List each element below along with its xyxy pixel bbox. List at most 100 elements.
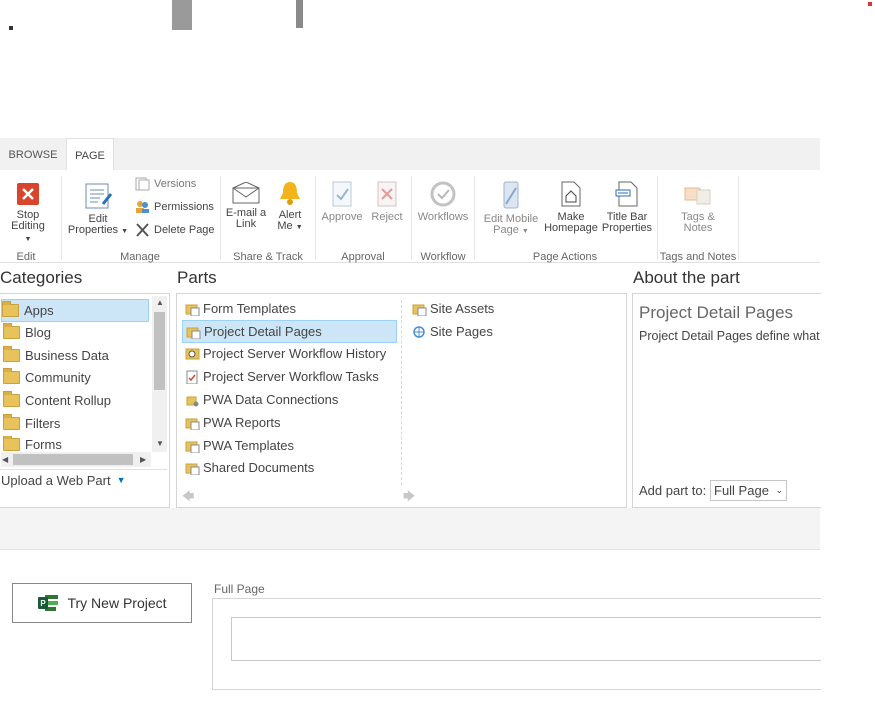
workflow-history-icon xyxy=(185,348,200,359)
library-icon xyxy=(185,418,200,430)
folder-icon xyxy=(3,368,20,384)
part-label: Project Detail Pages xyxy=(204,324,322,339)
folder-icon xyxy=(3,391,20,407)
edit-properties-icon xyxy=(85,183,113,209)
group-separator xyxy=(220,176,221,260)
group-label-manage: Manage xyxy=(120,251,160,263)
web-part-zone-input[interactable] xyxy=(231,617,821,661)
group-label-workflow: Workflow xyxy=(420,251,466,263)
part-item[interactable]: Project Server Workflow Tasks xyxy=(185,366,379,387)
part-item[interactable]: PWA Reports xyxy=(185,412,281,433)
part-label: Site Assets xyxy=(430,301,495,316)
reject-label: Reject xyxy=(371,211,403,223)
category-label: Filters xyxy=(25,416,61,431)
group-label-tags: Tags and Notes xyxy=(659,251,737,263)
group-label-share: Share & Track xyxy=(233,251,303,263)
tab-page[interactable]: PAGE xyxy=(66,138,114,172)
project-icon: P xyxy=(38,595,59,611)
category-item-blog[interactable]: Blog xyxy=(3,322,51,343)
folder-icon xyxy=(3,414,20,430)
about-panel: Project Detail Pages Project Detail Page… xyxy=(632,293,821,508)
cropped-header-mark xyxy=(9,26,13,30)
part-item[interactable]: Site Pages xyxy=(412,321,493,342)
about-header: About the part xyxy=(633,268,740,287)
workflows-label: Workflows xyxy=(417,211,469,223)
chevron-down-icon: ⌄ xyxy=(775,485,783,495)
email-link-button[interactable]: E-mail a Link xyxy=(225,182,267,230)
ribbon-tabstrip: BROWSE PAGE xyxy=(0,138,820,172)
tags-notes-label2: Notes xyxy=(683,222,713,234)
scroll-thumb[interactable] xyxy=(13,454,133,465)
previous-page-arrow[interactable]: 🡄 xyxy=(182,487,194,508)
part-item[interactable]: Project Server Workflow History xyxy=(185,343,386,364)
cropped-header-mark xyxy=(296,0,303,28)
category-item-apps[interactable]: Apps xyxy=(1,299,149,322)
delete-icon xyxy=(136,223,149,237)
folder-icon xyxy=(3,436,20,451)
scroll-up-arrow[interactable]: ▲ xyxy=(156,298,164,307)
approve-icon xyxy=(332,181,352,207)
part-label: Project Server Workflow History xyxy=(203,346,387,361)
alert-me-button[interactable]: Alert Me ▼ xyxy=(272,180,308,233)
category-label: Business Data xyxy=(25,348,109,363)
versions-button[interactable]: Versions xyxy=(135,177,196,191)
approve-button[interactable]: Approve xyxy=(320,180,364,223)
upload-web-part-button[interactable]: Upload a Web Part ▼ xyxy=(1,470,126,491)
category-item-community[interactable]: Community xyxy=(3,367,91,388)
cropped-header-mark xyxy=(868,2,872,6)
scroll-down-arrow[interactable]: ▼ xyxy=(156,439,164,448)
delete-page-label: Delete Page xyxy=(154,224,215,236)
try-new-project-button[interactable]: P Try New Project xyxy=(12,583,192,623)
add-part-label: Add part to: xyxy=(639,483,707,498)
part-item[interactable]: Site Assets xyxy=(412,298,494,319)
add-part-select[interactable]: Full Page ⌄ xyxy=(710,480,787,501)
edit-mobile-page-button[interactable]: Edit Mobile Page ▼ xyxy=(479,180,543,237)
bell-icon xyxy=(280,182,300,205)
part-item[interactable]: PWA Data Connections xyxy=(185,389,338,410)
delete-page-button[interactable]: Delete Page xyxy=(135,223,215,237)
library-icon xyxy=(185,463,200,475)
categories-panel: Apps Blog Business Data Community Conten… xyxy=(0,293,170,508)
chevron-down-icon: ▼ xyxy=(521,228,529,235)
reject-button[interactable]: Reject xyxy=(368,180,406,223)
permissions-button[interactable]: Permissions xyxy=(135,200,214,214)
category-item-forms[interactable]: Forms xyxy=(3,436,62,452)
stop-editing-button[interactable]: Stop Editing ▼ xyxy=(0,182,56,245)
categories-vertical-scrollbar[interactable]: ▲ ▼ xyxy=(152,296,167,452)
part-item[interactable]: Form Templates xyxy=(185,298,296,319)
add-part-value: Full Page xyxy=(714,483,769,498)
category-item-filters[interactable]: Filters xyxy=(3,413,60,434)
category-item-content-rollup[interactable]: Content Rollup xyxy=(3,390,111,411)
reject-icon xyxy=(377,181,397,207)
categories-horizontal-scrollbar[interactable]: ◀ ▶ xyxy=(1,452,151,467)
part-item[interactable]: Shared Documents xyxy=(185,457,314,478)
part-item-selected[interactable]: Project Detail Pages xyxy=(182,320,397,343)
category-item-business-data[interactable]: Business Data xyxy=(3,345,109,366)
group-separator xyxy=(738,176,739,260)
chevron-down-icon: ▼ xyxy=(295,224,303,231)
site-pages-icon xyxy=(413,325,425,338)
make-homepage-button[interactable]: Make Homepage xyxy=(544,180,598,234)
make-homepage-label2: Homepage xyxy=(544,222,598,234)
chevron-down-icon: ▼ xyxy=(121,228,129,235)
title-bar-label2: Properties xyxy=(601,222,653,234)
workflows-button[interactable]: Workflows xyxy=(415,180,471,223)
stop-editing-icon xyxy=(17,183,39,205)
tags-notes-button[interactable]: Tags & Notes xyxy=(672,182,724,234)
scroll-left-arrow[interactable]: ◀ xyxy=(2,455,8,464)
title-bar-properties-button[interactable]: Title Bar Properties xyxy=(600,180,654,234)
library-icon xyxy=(185,441,200,453)
ribbon: Stop Editing ▼ Edit Properties ▼ Version… xyxy=(0,170,820,263)
edit-mobile-label2: Page xyxy=(493,224,519,236)
permissions-label: Permissions xyxy=(154,201,214,213)
tab-browse[interactable]: BROWSE xyxy=(0,138,66,170)
library-icon xyxy=(185,304,200,316)
next-page-arrow[interactable]: 🡆 xyxy=(403,487,415,508)
scroll-thumb[interactable] xyxy=(154,312,165,390)
scroll-right-arrow[interactable]: ▶ xyxy=(140,455,146,464)
group-label-edit: Edit xyxy=(16,251,36,263)
part-item[interactable]: PWA Templates xyxy=(185,435,294,456)
edit-properties-button[interactable]: Edit Properties ▼ xyxy=(66,182,130,237)
zone-label: Full Page xyxy=(214,582,265,596)
chevron-down-icon: ▼ xyxy=(116,475,126,485)
